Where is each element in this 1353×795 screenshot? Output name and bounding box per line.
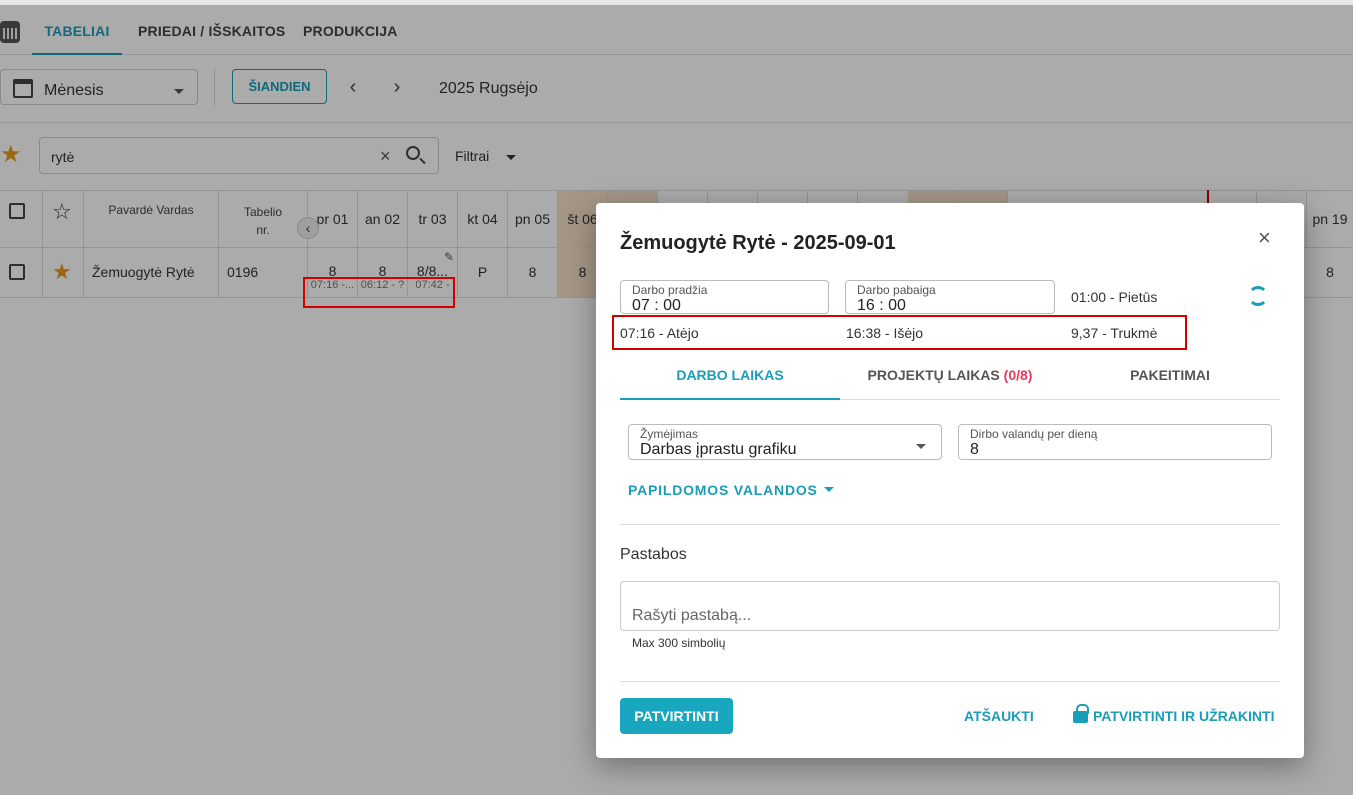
hours-label: Dirbo valandų per dieną (970, 427, 1098, 441)
lock-icon[interactable] (1073, 704, 1089, 723)
tab-project-time-count: (0/8) (1003, 367, 1033, 383)
mark-value: Darbas įprastu grafiku (640, 441, 797, 458)
divider (620, 524, 1280, 525)
close-icon[interactable]: × (1258, 225, 1271, 251)
dialog-tabs: DARBO LAIKAS PROJEKTŲ LAIKAS (0/8) PAKEI… (620, 358, 1280, 400)
tab-project-time-label: PROJEKTŲ LAIKAS (867, 367, 1000, 383)
left-time: 16:38 - Išėjo (846, 325, 924, 341)
notes-field[interactable]: Rašyti pastabą... (620, 581, 1280, 631)
confirm-button[interactable]: PATVIRTINTI (620, 698, 733, 734)
hours-field[interactable]: Dirbo valandų per dieną 8 (958, 424, 1272, 460)
arrived-time: 07:16 - Atėjo (620, 325, 699, 341)
work-end-value[interactable]: 16 : 00 (857, 297, 906, 315)
chevron-down-icon (916, 444, 926, 449)
notes-input[interactable]: Rašyti pastabą... (632, 607, 751, 625)
work-end-field[interactable]: Darbo pabaiga 16 : 00 (845, 280, 1055, 314)
dialog-title: Žemuogytė Rytė - 2025-09-01 (620, 232, 896, 254)
extra-hours-label: PAPILDOMOS VALANDOS (628, 482, 818, 498)
extra-hours-toggle[interactable]: PAPILDOMOS VALANDOS (628, 482, 835, 498)
work-start-field[interactable]: Darbo pradžia 07 : 00 (620, 280, 829, 314)
cancel-button[interactable]: ATŠAUKTI (964, 708, 1034, 724)
work-start-value[interactable]: 07 : 00 (632, 297, 681, 315)
notes-hint: Max 300 simbolių (632, 636, 726, 650)
confirm-lock-button[interactable]: PATVIRTINTI IR UŽRAKINTI (1093, 708, 1274, 724)
work-start-label: Darbo pradžia (632, 283, 708, 297)
mark-select[interactable]: Žymėjimas Darbas įprastu grafiku (628, 424, 942, 460)
highlight-box (303, 277, 455, 308)
duration: 9,37 - Trukmė (1071, 325, 1158, 341)
lunch-break: 01:00 - Pietūs (1071, 289, 1158, 305)
tab-project-time[interactable]: PROJEKTŲ LAIKAS (0/8) (840, 358, 1060, 400)
app: TABELIAI PRIEDAI / IŠSKAITOS PRODUKCIJA … (0, 0, 1353, 795)
tab-work-time[interactable]: DARBO LAIKAS (620, 358, 840, 400)
notes-title: Pastabos (620, 546, 687, 563)
edit-day-dialog: Žemuogytė Rytė - 2025-09-01 × Darbo prad… (596, 203, 1304, 758)
tab-changes[interactable]: PAKEITIMAI (1060, 358, 1280, 400)
work-end-label: Darbo pabaiga (857, 283, 936, 297)
divider (620, 681, 1280, 682)
sync-icon[interactable] (1248, 286, 1268, 306)
chevron-down-icon (824, 487, 835, 492)
mark-label: Žymėjimas (640, 427, 699, 441)
hours-input[interactable]: 8 (970, 441, 979, 459)
